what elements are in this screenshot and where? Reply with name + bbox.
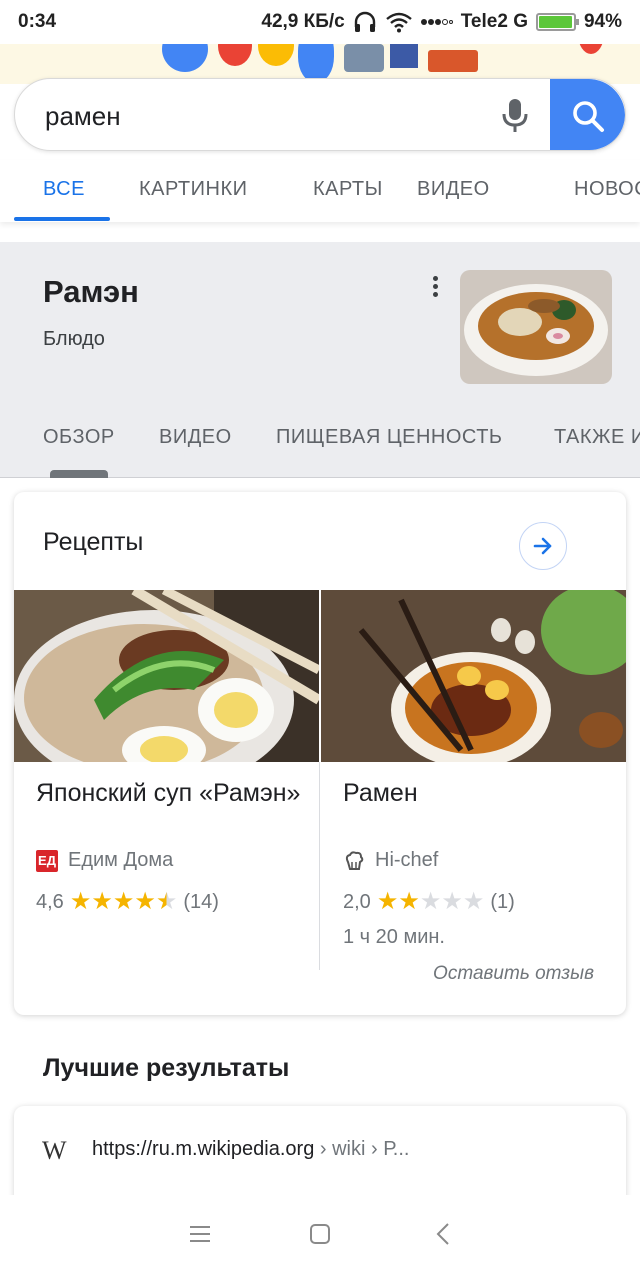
recipes-divider bbox=[319, 762, 320, 970]
star-icon: ★ bbox=[462, 888, 485, 915]
edim-doma-logo-icon: ЕД bbox=[36, 849, 58, 872]
star-icon: ★ bbox=[155, 888, 178, 915]
review-count-1: (14) bbox=[183, 890, 219, 913]
tab-images[interactable]: КАРТИНКИ bbox=[139, 178, 248, 201]
recipe-source-name-1: Едим Дома bbox=[68, 849, 174, 871]
recipe-source-2[interactable]: Hi-chef bbox=[343, 849, 438, 872]
tab-all[interactable]: ВСЕ bbox=[43, 178, 85, 201]
kp-tab-nutrition[interactable]: ПИЩЕВАЯ ЦЕННОСТЬ bbox=[276, 426, 503, 449]
star-icon: ★ bbox=[419, 888, 442, 915]
star-icon: ★ bbox=[91, 888, 113, 915]
kp-tab-overview[interactable]: ОБЗОР bbox=[43, 426, 115, 449]
entity-subtitle: Блюдо bbox=[43, 328, 105, 350]
result-domain: https://ru.m.wikipedia.org bbox=[92, 1138, 315, 1160]
network-speed: 42,9 КБ/с bbox=[261, 11, 345, 32]
star-icon: ★ bbox=[112, 888, 135, 915]
search-button[interactable] bbox=[550, 79, 625, 150]
kp-active-tab-indicator bbox=[50, 470, 108, 478]
tab-maps[interactable]: КАРТЫ bbox=[313, 178, 383, 201]
status-bar: 0:34 42,9 КБ/с Tele2 G 94% bbox=[0, 0, 640, 44]
entity-title: Рамэн bbox=[43, 274, 139, 309]
leave-review-link[interactable]: Оставить отзыв bbox=[433, 963, 594, 985]
recipe-cook-time-2: 1 ч 20 мин. bbox=[343, 926, 445, 948]
battery-icon bbox=[535, 13, 579, 31]
kp-tab-video[interactable]: ВИДЕО bbox=[159, 426, 232, 449]
recipes-card: Рецепты Японский суп «Рамэн» ЕД Едим Дом… bbox=[14, 492, 626, 1015]
recipe-image-1[interactable] bbox=[14, 590, 319, 762]
recipe-name-2[interactable]: Рамен bbox=[343, 776, 613, 810]
star-icon: ★ bbox=[376, 888, 399, 915]
screen: 0:34 42,9 КБ/с Tele2 G 94% рамен ВСЕ КАР… bbox=[0, 0, 640, 1280]
status-right: 42,9 КБ/с Tele2 G 94% bbox=[261, 11, 622, 33]
carrier-name: Tele2 G bbox=[460, 11, 528, 32]
system-nav-bar bbox=[0, 1195, 640, 1280]
review-count-2: (1) bbox=[490, 890, 515, 913]
microphone-icon[interactable] bbox=[495, 95, 535, 135]
search-icon bbox=[572, 100, 604, 132]
home-icon[interactable] bbox=[309, 1223, 331, 1245]
star-rating-1: ★ ★ ★ ★ ★ bbox=[70, 890, 178, 914]
rating-value-1: 4,6 bbox=[36, 890, 64, 913]
back-icon[interactable] bbox=[434, 1223, 452, 1245]
result-breadcrumbs: › wiki › Р... bbox=[314, 1138, 410, 1160]
knowledge-panel: Рамэн Блюдо ОБЗОР ВИДЕО ПИЩЕВАЯ ЦЕННОСТЬ… bbox=[0, 242, 640, 478]
recipes-heading: Рецепты bbox=[43, 528, 144, 556]
active-tab-indicator bbox=[14, 217, 110, 221]
star-icon: ★ bbox=[398, 888, 420, 915]
recipe-source-1[interactable]: ЕД Едим Дома bbox=[36, 849, 173, 872]
rating-value-2: 2,0 bbox=[343, 890, 371, 913]
battery-level: 94% bbox=[583, 11, 622, 32]
star-icon: ★ bbox=[441, 888, 463, 915]
search-box[interactable]: рамен bbox=[14, 78, 626, 151]
recipe-image-2[interactable] bbox=[321, 590, 626, 762]
headphones-icon bbox=[354, 11, 375, 32]
result-url[interactable]: https://ru.m.wikipedia.org › wiki › Р... bbox=[92, 1138, 409, 1161]
arrow-right-icon bbox=[533, 537, 552, 555]
star-icon: ★ bbox=[134, 888, 156, 915]
menu-icon[interactable] bbox=[189, 1223, 211, 1245]
tab-video[interactable]: ВИДЕО bbox=[417, 178, 490, 201]
star-rating-2: ★ ★ ★ ★ ★ bbox=[377, 890, 485, 914]
search-input[interactable]: рамен bbox=[45, 101, 121, 132]
chef-hat-icon bbox=[345, 850, 364, 870]
search-tabs: ВСЕ КАРТИНКИ КАРТЫ ВИДЕО НОВОСТИ bbox=[0, 160, 640, 222]
signal-dots-icon bbox=[420, 19, 453, 25]
wifi-icon bbox=[385, 12, 412, 33]
recipes-more-button[interactable] bbox=[519, 522, 567, 570]
more-options-icon[interactable] bbox=[426, 274, 444, 302]
wikipedia-logo-icon: W bbox=[42, 1136, 67, 1165]
recipe-source-name-2: Hi-chef bbox=[375, 849, 439, 871]
kp-tab-related[interactable]: ТАКЖЕ ИЩУТ bbox=[554, 426, 640, 449]
star-icon: ★ bbox=[69, 888, 92, 915]
entity-image[interactable] bbox=[460, 270, 612, 384]
recipe-name-1[interactable]: Японский суп «Рамэн» bbox=[36, 776, 306, 810]
recipe-rating-2: 2,0 ★ ★ ★ ★ ★ (1) bbox=[343, 890, 515, 914]
recipe-rating-1: 4,6 ★ ★ ★ ★ ★ (14) bbox=[36, 890, 219, 914]
tab-news[interactable]: НОВОСТИ bbox=[574, 178, 640, 201]
clock: 0:34 bbox=[18, 11, 57, 32]
best-results-heading: Лучшие результаты bbox=[43, 1054, 290, 1082]
